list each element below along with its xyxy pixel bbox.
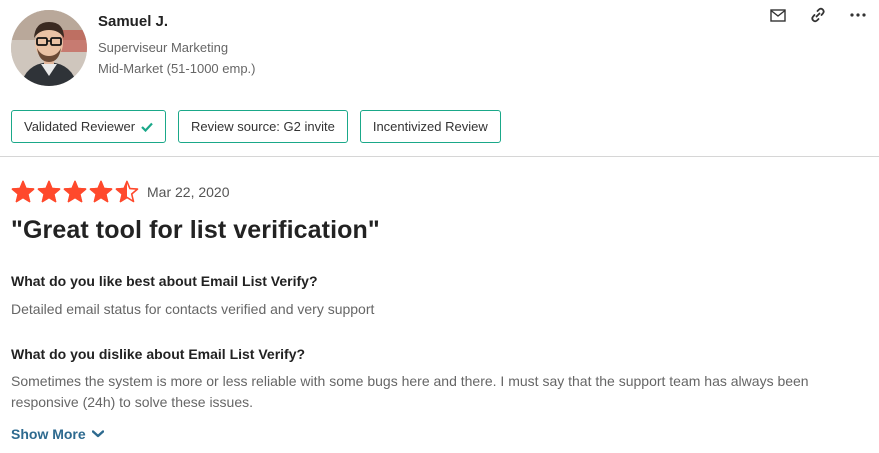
- review-source-badge[interactable]: Review source: G2 invite: [178, 110, 348, 143]
- chevron-down-icon: [91, 430, 104, 438]
- dislike-answer: Sometimes the system is more or less rel…: [11, 373, 809, 410]
- reviewer-segment: Mid-Market (51-1000 emp.): [98, 61, 256, 76]
- validated-reviewer-label: Validated Reviewer: [24, 119, 136, 134]
- mail-icon: [770, 8, 786, 22]
- link-button[interactable]: [807, 4, 829, 26]
- star-rating: [11, 180, 139, 204]
- link-icon: [811, 7, 825, 23]
- star-full-icon: [37, 180, 61, 203]
- reviewer-badges: Validated Reviewer Review source: G2 inv…: [11, 110, 501, 143]
- dislike-question: What do you dislike about Email List Ver…: [11, 346, 306, 362]
- show-more-link[interactable]: Show More: [11, 426, 104, 442]
- review-header: Samuel J. Superviseur Marketing Mid-Mark…: [0, 0, 879, 143]
- reviewer-name[interactable]: Samuel J.: [98, 13, 168, 30]
- review-source-label: Review source: G2 invite: [191, 119, 335, 134]
- incentivized-review-badge[interactable]: Incentivized Review: [359, 110, 501, 143]
- more-options-icon: [850, 13, 866, 17]
- more-options-button[interactable]: [847, 4, 869, 26]
- like-question: What do you like best about Email List V…: [11, 273, 318, 289]
- star-half-icon: [115, 180, 139, 203]
- show-more-label: Show More: [11, 426, 86, 442]
- checkmark-icon: [141, 122, 153, 132]
- star-full-icon: [11, 180, 35, 203]
- incentivized-review-label: Incentivized Review: [372, 119, 488, 134]
- star-full-icon: [63, 180, 87, 203]
- review-actions: [767, 4, 869, 26]
- like-answer: Detailed email status for contacts verif…: [11, 301, 375, 317]
- review-title: "Great tool for list verification": [11, 216, 380, 244]
- avatar-image: [11, 10, 87, 86]
- avatar[interactable]: [11, 10, 87, 86]
- star-full-icon: [89, 180, 113, 203]
- reviewer-role: Superviseur Marketing: [98, 40, 229, 55]
- validated-reviewer-badge[interactable]: Validated Reviewer: [11, 110, 167, 143]
- review-date: Mar 22, 2020: [147, 184, 230, 200]
- rating-row: Mar 22, 2020: [11, 180, 230, 204]
- mail-button[interactable]: [767, 4, 789, 26]
- section-divider: [0, 156, 879, 157]
